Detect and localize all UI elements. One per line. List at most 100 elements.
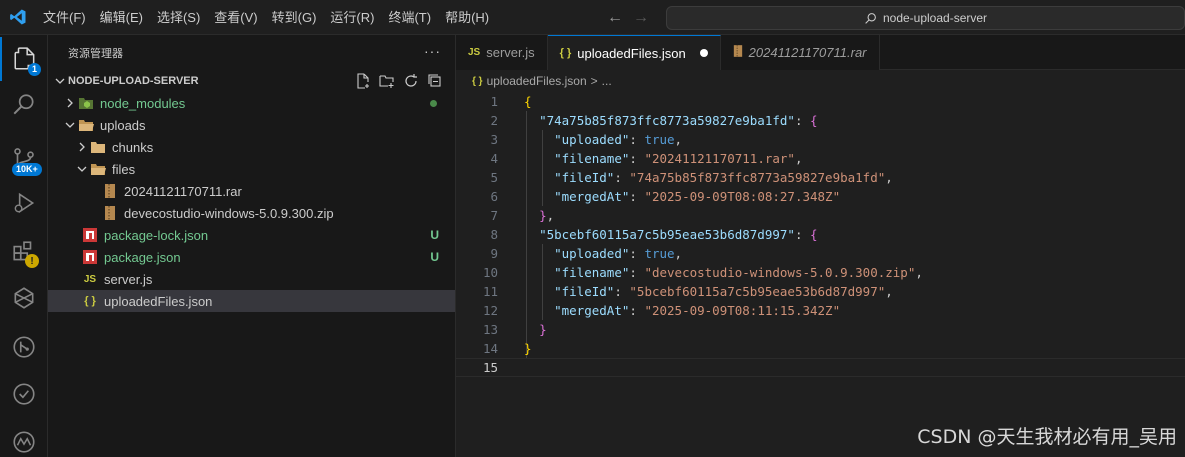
project-name: NODE-UPLOAD-SERVER (68, 75, 199, 87)
json-file-icon: { } (84, 295, 96, 307)
code-line: 9 "uploaded": true, (490, 246, 683, 261)
code-line: 11 "fileId": "5bcebf60115a7c5b95eae53b6d… (482, 284, 893, 299)
menu-go[interactable]: 转到(G) (265, 0, 324, 35)
editor-tabs: JS server.js { } uploadedFiles.json 2024… (456, 35, 1185, 70)
tree-item-zip-file[interactable]: devecostudio-windows-5.0.9.300.zip (48, 202, 455, 224)
code-line: 13 } (482, 322, 547, 337)
tab-server-js[interactable]: JS server.js (456, 35, 548, 70)
source-control-icon[interactable]: 10K+ (0, 137, 48, 181)
tree-item-chunks[interactable]: chunks (48, 136, 455, 158)
folder-open-icon (78, 117, 94, 133)
menu-file[interactable]: 文件(F) (36, 0, 93, 35)
tree-item-uploads[interactable]: uploads (48, 114, 455, 136)
json-file-icon: { } (472, 75, 483, 87)
back-arrow-icon[interactable]: ← (607, 9, 623, 27)
javascript-file-icon: JS (468, 47, 481, 58)
tree-label: node_modules (100, 95, 186, 111)
unsaved-dot-icon[interactable] (699, 49, 708, 57)
breadcrumb-file[interactable]: uploadedFiles.json (487, 74, 587, 88)
code-line: 4 "filename": "20241121170711.rar", (490, 151, 803, 166)
nav-arrows: ← → (607, 0, 649, 35)
chevron-down-icon (74, 158, 90, 180)
refresh-icon[interactable] (403, 73, 419, 89)
code-line: 14} (482, 341, 532, 356)
explorer-badge: 1 (28, 63, 42, 76)
aw-extension-icon[interactable] (0, 420, 48, 457)
javascript-file-icon: JS (83, 273, 97, 285)
run-debug-icon[interactable] (0, 181, 48, 225)
explorer-sidebar: 资源管理器 ··· NODE-UPLOAD-SERVER node_module… (48, 35, 456, 457)
search-icon[interactable] (0, 83, 48, 127)
tree-label: uploads (100, 117, 146, 133)
tree-item-uploaded-files-json[interactable]: { } uploadedFiles.json (48, 290, 455, 312)
chevron-down-icon (62, 114, 78, 136)
tree-item-server-js[interactable]: JS server.js (48, 268, 455, 290)
menu-selection[interactable]: 选择(S) (150, 0, 207, 35)
code-line: 3 "uploaded": true, (490, 132, 683, 147)
new-file-icon[interactable] (355, 73, 371, 89)
chevron-down-icon (52, 70, 68, 92)
tree-item-files[interactable]: files (48, 158, 455, 180)
extensions-icon[interactable]: ! (0, 230, 48, 274)
tree-item-node-modules[interactable]: node_modules (48, 92, 455, 114)
code-line: 1{ (490, 94, 532, 109)
tab-label: uploadedFiles.json (577, 45, 686, 61)
explorer-icon[interactable]: 1 (0, 37, 48, 81)
folder-open-icon (90, 161, 106, 177)
chevron-right-icon (62, 92, 78, 114)
command-center-search[interactable]: node-upload-server (666, 6, 1185, 30)
command-center-text: node-upload-server (882, 11, 988, 25)
testing-icon[interactable] (0, 372, 48, 416)
new-folder-icon[interactable] (379, 73, 395, 89)
tree-label: package-lock.json (104, 227, 209, 243)
tree-label: chunks (112, 139, 154, 155)
code-line: 5 "fileId": "74a75b85f873ffc8773a59827e9… (490, 170, 893, 185)
menu-edit[interactable]: 编辑(E) (93, 0, 150, 35)
archive-file-icon (733, 44, 743, 61)
tree-item-package-json[interactable]: package.json U (48, 246, 455, 268)
tab-rar-file[interactable]: 20241121170711.rar (720, 35, 880, 70)
archive-file-icon (102, 183, 118, 199)
tab-label: server.js (486, 45, 535, 60)
scm-badge: 10K+ (12, 163, 42, 176)
tree-label: files (112, 161, 136, 177)
tree-item-package-lock[interactable]: package-lock.json U (48, 224, 455, 246)
code-line: 10 "filename": "devecostudio-windows-5.0… (482, 265, 923, 280)
code-editor[interactable]: 1{ 2 "74a75b85f873ffc8773a59827e9ba1fd":… (456, 92, 1185, 377)
project-actions (355, 73, 443, 89)
collapse-all-icon[interactable] (427, 73, 443, 89)
folder-icon (90, 139, 106, 155)
breadcrumb-more[interactable]: ... (602, 74, 612, 88)
menu-view[interactable]: 查看(V) (207, 0, 264, 35)
git-graph-icon[interactable] (0, 325, 48, 369)
breadcrumb: { } uploadedFiles.json > ... (456, 70, 1185, 92)
npm-icon (82, 249, 98, 265)
remote-explorer-icon[interactable] (0, 276, 48, 320)
code-line: 2 "74a75b85f873ffc8773a59827e9ba1fd": { (490, 113, 818, 128)
editor-area: JS server.js { } uploadedFiles.json 2024… (456, 35, 1185, 457)
git-dot-indicator (430, 100, 437, 107)
more-actions-icon[interactable]: ··· (424, 43, 441, 59)
code-line: 8 "5bcebf60115a7c5b95eae53b6d87d997": { (490, 227, 818, 242)
menu-run[interactable]: 运行(R) (323, 0, 381, 35)
breadcrumb-separator: > (590, 74, 598, 88)
chevron-right-icon (74, 136, 90, 158)
node-folder-icon (78, 95, 94, 111)
tree-item-rar-file[interactable]: 20241121170711.rar (48, 180, 455, 202)
code-line: 7 }, (490, 208, 555, 223)
tree-label: server.js (104, 271, 153, 287)
watermark: CSDN @天生我材必有用_吴用 (917, 426, 1177, 448)
archive-file-icon (102, 205, 118, 221)
npm-icon (82, 227, 98, 243)
menu-help[interactable]: 帮助(H) (438, 0, 496, 35)
menu-terminal[interactable]: 终端(T) (381, 0, 438, 35)
activity-bar: 1 10K+ ! (0, 35, 48, 457)
warning-badge-icon: ! (25, 254, 39, 268)
vscode-logo-icon[interactable] (0, 0, 36, 35)
code-line: 6 "mergedAt": "2025-09-09T08:08:27.348Z" (490, 189, 841, 204)
project-header[interactable]: NODE-UPLOAD-SERVER (48, 70, 455, 92)
tab-label: 20241121170711.rar (748, 45, 867, 60)
forward-arrow-icon[interactable]: → (633, 9, 649, 27)
tree-label: devecostudio-windows-5.0.9.300.zip (124, 205, 334, 221)
tab-uploaded-files-json[interactable]: { } uploadedFiles.json (547, 35, 721, 70)
